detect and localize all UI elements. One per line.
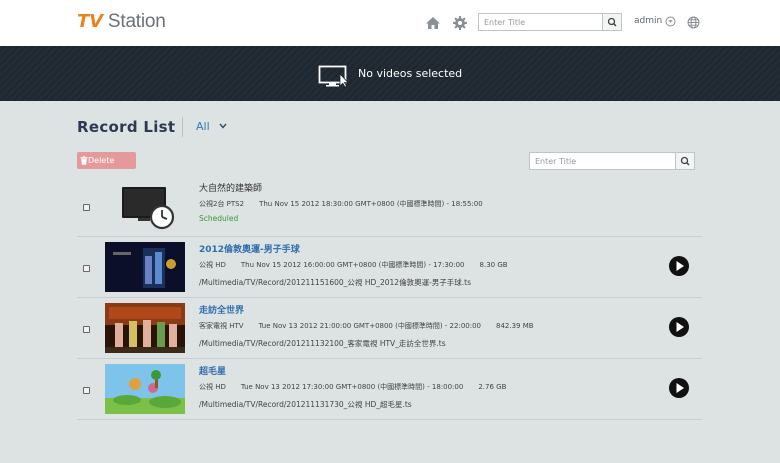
- logo-tv: TV: [77, 11, 103, 32]
- video-thumbnail[interactable]: [105, 303, 185, 353]
- record-size: 842.39 MB: [496, 322, 534, 330]
- list-search: [529, 152, 695, 170]
- delete-label: Delete: [88, 156, 115, 165]
- record-title[interactable]: 大自然的建築師: [199, 181, 262, 194]
- row-checkbox[interactable]: [83, 204, 90, 211]
- play-button[interactable]: [669, 317, 689, 337]
- list-item[interactable]: 大自然的建築師 公視2台 PTS2 Thu Nov 15 2012 18:30:0…: [77, 176, 702, 237]
- record-meta: 客家電視 HTV Tue Nov 13 2012 21:00:00 GMT+080…: [199, 321, 549, 331]
- record-path: /Multimedia/TV/Record/201211151600_公視 HD…: [199, 278, 472, 287]
- player-banner: No videos selected: [0, 46, 780, 101]
- record-size: 8.30 GB: [479, 261, 508, 269]
- record-channel: 客家電視 HTV: [199, 322, 244, 330]
- play-icon: [676, 383, 684, 393]
- globe-icon[interactable]: [687, 16, 700, 29]
- trash-icon: [80, 156, 88, 165]
- play-icon: [676, 261, 684, 271]
- delete-button[interactable]: Delete: [77, 152, 136, 169]
- app-logo[interactable]: TV Station: [77, 11, 166, 33]
- record-time: Tue Nov 13 2012 21:00:00 GMT+0800 (中國標準時…: [258, 322, 481, 330]
- record-size: 2.76 GB: [478, 383, 507, 391]
- row-checkbox[interactable]: [83, 326, 90, 333]
- record-channel: 公視 HD: [199, 261, 226, 269]
- list-item[interactable]: 超毛星 公視 HD Tue Nov 13 2012 17:30:00 GMT+08…: [77, 359, 702, 420]
- header-search: [478, 13, 622, 31]
- play-icon: [676, 322, 684, 332]
- list-search-input[interactable]: [530, 153, 676, 169]
- home-icon[interactable]: [425, 15, 441, 31]
- filter-dropdown[interactable]: All: [196, 120, 210, 133]
- record-meta: 公視2台 PTS2 Thu Nov 15 2012 18:30:00 GMT+08…: [199, 199, 498, 209]
- record-title[interactable]: 超毛星: [199, 364, 226, 377]
- top-header: TV Station admin: [0, 0, 780, 46]
- status-badge: Scheduled: [199, 214, 239, 223]
- list-item[interactable]: 走訪全世界 客家電視 HTV Tue Nov 13 2012 21:00:00 G…: [77, 298, 702, 359]
- video-thumbnail[interactable]: [105, 242, 185, 292]
- record-channel: 公視 HD: [199, 383, 226, 391]
- banner-message: No videos selected: [358, 67, 463, 80]
- list-item[interactable]: 2012倫敦奧運-男子手球 公視 HD Thu Nov 15 2012 16:00…: [77, 237, 702, 298]
- row-checkbox[interactable]: [83, 265, 90, 272]
- record-title[interactable]: 走訪全世界: [199, 303, 244, 316]
- page-title: Record List: [77, 118, 176, 136]
- user-menu[interactable]: admin: [634, 16, 662, 26]
- scheduled-recording-icon: [122, 187, 175, 230]
- record-time: Tue Nov 13 2012 17:30:00 GMT+0800 (中國標準時…: [240, 383, 464, 391]
- chevron-down-icon[interactable]: [219, 123, 227, 129]
- header-search-button[interactable]: [602, 14, 621, 30]
- record-meta: 公視 HD Tue Nov 13 2012 17:30:00 GMT+0800 (…: [199, 382, 521, 392]
- header-search-input[interactable]: [479, 14, 603, 30]
- play-button[interactable]: [669, 378, 689, 398]
- row-checkbox[interactable]: [83, 387, 90, 394]
- record-path: /Multimedia/TV/Record/201211132100_客家電視 …: [199, 339, 446, 348]
- title-divider: [182, 117, 183, 137]
- record-meta: 公視 HD Thu Nov 15 2012 16:00:00 GMT+0800 (…: [199, 260, 523, 270]
- monitor-pointer-icon: [318, 65, 349, 87]
- logo-station: Station: [102, 11, 166, 32]
- list-search-button[interactable]: [675, 153, 694, 169]
- search-icon: [607, 17, 617, 27]
- search-icon: [680, 156, 690, 166]
- record-time: Thu Nov 15 2012 16:00:00 GMT+0800 (中國標準時…: [240, 261, 465, 269]
- record-channel: 公視2台 PTS2: [199, 200, 245, 208]
- record-title[interactable]: 2012倫敦奧運-男子手球: [199, 242, 300, 255]
- record-time: Thu Nov 15 2012 18:30:00 GMT+0800 (中國標準時…: [259, 200, 483, 208]
- gear-icon[interactable]: [452, 15, 468, 31]
- chevron-down-icon[interactable]: [665, 16, 676, 27]
- play-button[interactable]: [669, 256, 689, 276]
- video-thumbnail[interactable]: [105, 364, 185, 414]
- record-path: /Multimedia/TV/Record/201211131730_公視 HD…: [199, 400, 412, 409]
